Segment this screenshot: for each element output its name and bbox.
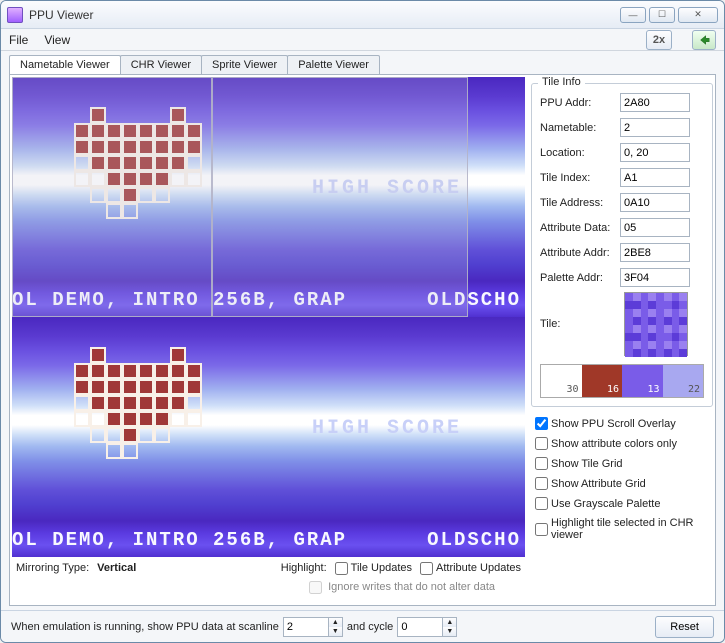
tile-preview <box>624 292 688 356</box>
minimize-button[interactable]: — <box>620 7 646 23</box>
attr-addr-label: Attribute Addr: <box>540 247 620 259</box>
location-field[interactable] <box>620 143 690 162</box>
heart-pattern <box>74 107 202 219</box>
titlebar: PPU Viewer — ☐ ✕ <box>1 1 724 29</box>
scroll-text-right: OLDSCHO <box>427 529 521 551</box>
scanline-input[interactable] <box>284 618 328 636</box>
ignore-writes-label: Ignore writes that do not alter data <box>328 581 495 593</box>
spinner-up-icon[interactable]: ▲ <box>443 618 456 627</box>
arrow-left-icon <box>697 33 711 47</box>
nametable-bottom: HIGH SCORE OL DEMO, INTRO 256B, GRAP OLD… <box>12 317 525 557</box>
viewer-statusbar: Mirroring Type: Vertical Highlight: Tile… <box>12 558 525 578</box>
pal-addr-field[interactable] <box>620 268 690 287</box>
location-label: Location: <box>540 147 620 159</box>
options-group: Show PPU Scroll Overlay Show attribute c… <box>531 417 713 541</box>
tile-updates-checkbox[interactable]: Tile Updates <box>335 562 412 575</box>
spinner-down-icon[interactable]: ▼ <box>329 627 342 636</box>
highlight-chr-checkbox[interactable]: Highlight tile selected in CHR viewer <box>535 517 713 541</box>
maximize-button[interactable]: ☐ <box>649 7 675 23</box>
attr-data-field[interactable] <box>620 218 690 237</box>
ignore-row: Ignore writes that do not alter data <box>12 578 525 596</box>
show-attr-colors-checkbox[interactable]: Show attribute colors only <box>535 437 713 450</box>
tab-nametable[interactable]: Nametable Viewer <box>9 55 121 74</box>
palette-swatch[interactable]: 22 <box>663 365 704 397</box>
tab-sprite[interactable]: Sprite Viewer <box>201 55 288 74</box>
ignore-writes-checkbox <box>309 581 322 594</box>
ppu-addr-label: PPU Addr: <box>540 97 620 109</box>
viewer-column: HIGH SCORE OL DEMO, INTRO 256B, GRAP OLD… <box>12 77 525 603</box>
window-title: PPU Viewer <box>29 8 620 22</box>
tab-palette[interactable]: Palette Viewer <box>287 55 380 74</box>
highlight-label: Highlight: <box>281 562 327 574</box>
info-column: Tile Info PPU Addr: Nametable: Location:… <box>525 77 713 603</box>
attr-updates-checkbox[interactable]: Attribute Updates <box>420 562 521 575</box>
palette-swatch[interactable]: 30 <box>541 365 582 397</box>
tab-chr[interactable]: CHR Viewer <box>120 55 202 74</box>
app-icon <box>7 7 23 23</box>
nametable-top: HIGH SCORE OL DEMO, INTRO 256B, GRAP OLD… <box>12 77 525 317</box>
scanline-pre-label: When emulation is running, show PPU data… <box>11 621 279 633</box>
menu-view[interactable]: View <box>44 33 70 47</box>
bottom-bar: When emulation is running, show PPU data… <box>1 610 724 642</box>
mirroring-label: Mirroring Type: <box>16 562 89 574</box>
heart-pattern <box>74 347 202 459</box>
nametable-label: Nametable: <box>540 122 620 134</box>
ppu-addr-field[interactable] <box>620 93 690 112</box>
show-attr-grid-checkbox[interactable]: Show Attribute Grid <box>535 477 713 490</box>
tile-info-group: Tile Info PPU Addr: Nametable: Location:… <box>531 83 713 407</box>
palette-swatch[interactable]: 13 <box>622 365 663 397</box>
tile-index-field[interactable] <box>620 168 690 187</box>
tile-address-label: Tile Address: <box>540 197 620 209</box>
window: PPU Viewer — ☐ ✕ File View 2x Nametable … <box>0 0 725 643</box>
grayscale-checkbox[interactable]: Use Grayscale Palette <box>535 497 713 510</box>
palette-swatch[interactable]: 16 <box>582 365 623 397</box>
nametable-canvas[interactable]: HIGH SCORE OL DEMO, INTRO 256B, GRAP OLD… <box>12 77 525 558</box>
back-button[interactable] <box>692 30 716 50</box>
spinner-up-icon[interactable]: ▲ <box>329 618 342 627</box>
tab-strip: Nametable Viewer CHR Viewer Sprite Viewe… <box>1 51 724 74</box>
high-score-text: HIGH SCORE <box>312 177 462 200</box>
show-scroll-overlay-checkbox[interactable]: Show PPU Scroll Overlay <box>535 417 713 430</box>
attr-data-label: Attribute Data: <box>540 222 620 234</box>
tile-preview-label: Tile: <box>540 318 620 330</box>
menubar: File View 2x <box>1 29 724 51</box>
high-score-text: HIGH SCORE <box>312 417 462 440</box>
attr-addr-field[interactable] <box>620 243 690 262</box>
tile-index-label: Tile Index: <box>540 172 620 184</box>
tile-address-field[interactable] <box>620 193 690 212</box>
show-tile-grid-checkbox[interactable]: Show Tile Grid <box>535 457 713 470</box>
cycle-input[interactable] <box>398 618 442 636</box>
menu-file[interactable]: File <box>9 33 28 47</box>
close-button[interactable]: ✕ <box>678 7 718 23</box>
cycle-label: and cycle <box>347 621 393 633</box>
scroll-text-right: OLDSCHO <box>427 289 521 311</box>
tile-info-title: Tile Info <box>538 76 585 88</box>
mirroring-value: Vertical <box>97 562 136 574</box>
zoom-button[interactable]: 2x <box>646 30 672 50</box>
spinner-down-icon[interactable]: ▼ <box>443 627 456 636</box>
scanline-spinner[interactable]: ▲▼ <box>283 617 343 637</box>
cycle-spinner[interactable]: ▲▼ <box>397 617 457 637</box>
nametable-field[interactable] <box>620 118 690 137</box>
reset-button[interactable]: Reset <box>655 616 714 638</box>
palette-row: 30161322 <box>540 364 704 398</box>
pal-addr-label: Palette Addr: <box>540 272 620 284</box>
tab-panel: HIGH SCORE OL DEMO, INTRO 256B, GRAP OLD… <box>9 74 716 606</box>
